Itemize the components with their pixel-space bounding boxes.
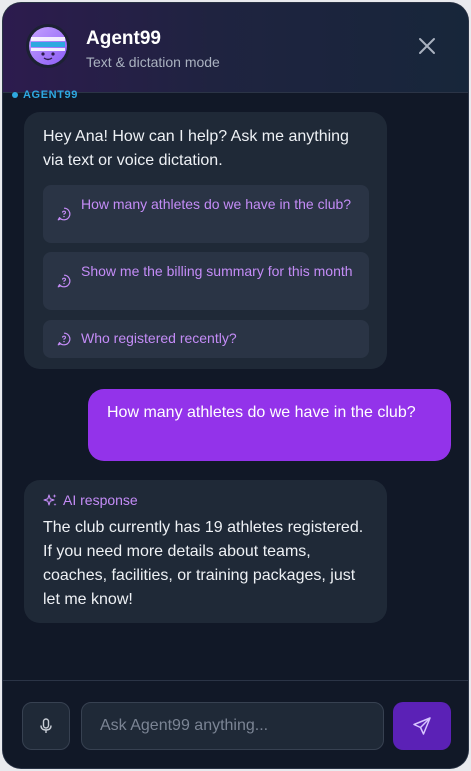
help-bubble-icon (57, 274, 71, 288)
ai-response-label: AI response (43, 492, 138, 508)
greeting-text: Hey Ana! How can I help? Ask me anything… (43, 128, 349, 169)
close-icon[interactable] (414, 33, 440, 59)
sparkles-icon (43, 493, 57, 506)
ai-response-label-text: AI response (63, 492, 138, 508)
ai-response-bubble: AI response The club currently has 19 at… (24, 480, 387, 623)
suggestion-text: How many athletes do we have in the club… (81, 196, 352, 212)
suggestion-button[interactable]: Show me the billing summary for this mon… (43, 252, 369, 310)
ai-response-text: The club currently has 19 athletes regis… (43, 519, 364, 608)
robot-avatar-icon (26, 24, 70, 68)
agent-title: Agent99 (86, 28, 161, 49)
message-input[interactable] (81, 702, 384, 750)
greeting-bubble: Hey Ana! How can I help? Ask me anything… (24, 112, 387, 369)
suggestion-button[interactable]: Who registered recently? (43, 320, 369, 358)
microphone-button[interactable] (22, 702, 70, 750)
send-icon (413, 717, 431, 735)
chat-footer (3, 680, 468, 768)
send-button[interactable] (393, 702, 451, 750)
agent-label-text: AGENT99 (23, 89, 78, 101)
help-bubble-icon (57, 332, 71, 346)
chat-panel: Agent99 Text & dictation mode AGENT99 He… (3, 3, 468, 768)
microphone-icon (40, 718, 52, 733)
suggestion-button[interactable]: How many athletes do we have in the club… (43, 185, 369, 243)
suggestion-text: Who registered recently? (81, 330, 237, 346)
agent-subtitle: Text & dictation mode (86, 54, 220, 70)
status-dot-icon (12, 92, 18, 98)
user-message-bubble: How many athletes do we have in the club… (88, 389, 451, 461)
help-bubble-icon (57, 207, 71, 221)
agent-label: AGENT99 (12, 88, 78, 102)
chat-header: Agent99 Text & dictation mode (3, 3, 468, 93)
suggestion-text: Show me the billing summary for this mon… (81, 263, 353, 279)
user-message-text: How many athletes do we have in the club… (107, 404, 416, 421)
